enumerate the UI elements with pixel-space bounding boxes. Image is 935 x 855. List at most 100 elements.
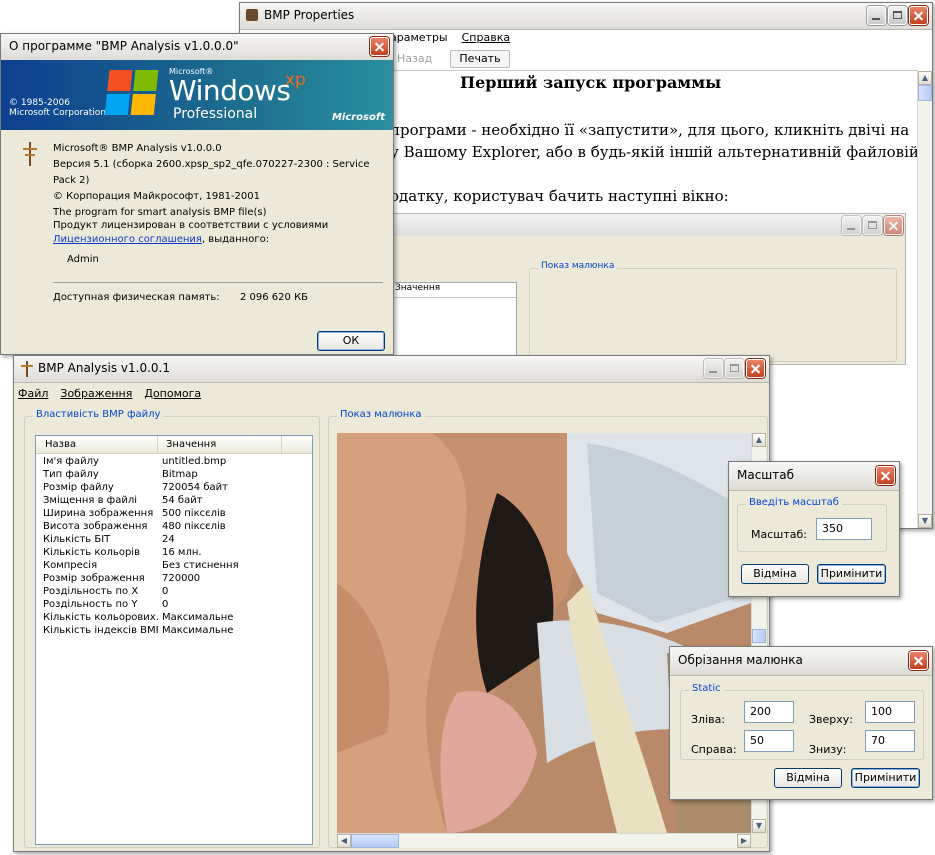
maximize-icon: [863, 216, 882, 235]
minimize-button[interactable]: [704, 359, 723, 378]
close-button[interactable]: [876, 466, 895, 485]
list-item[interactable]: Розмір файлу 720054 байт: [36, 482, 312, 495]
bmp-properties-titlebar[interactable]: BMP Properties: [240, 3, 932, 30]
list-item[interactable]: Кількість БІТ 24: [36, 534, 312, 547]
scroll-thumb[interactable]: [351, 834, 399, 848]
menu-image[interactable]: Зображення: [60, 387, 132, 400]
row-name: Ім'я файлу: [43, 456, 99, 467]
list-item[interactable]: Ширина зображення 500 піксєлів: [36, 508, 312, 521]
about-title: О программе "BMP Analysis v1.0.0.0": [9, 39, 239, 53]
apply-button[interactable]: Примінити: [851, 768, 920, 788]
app-icon: [21, 361, 33, 377]
row-name: Розмір зображення: [43, 573, 145, 584]
scroll-down-icon[interactable]: ▼: [918, 514, 932, 528]
main-title: BMP Analysis v1.0.0.1: [38, 361, 170, 375]
menu-help[interactable]: Допомога: [144, 387, 201, 400]
embedded-column-header: Значення: [392, 283, 516, 298]
list-item[interactable]: Ім'я файлу untitled.bmp: [36, 456, 312, 469]
license-link[interactable]: Лицензионного соглашения: [53, 234, 202, 245]
scroll-right-icon[interactable]: ▶: [737, 834, 751, 848]
row-value: 480 піксєлів: [162, 521, 226, 532]
toolbar-divider: [390, 70, 918, 71]
column-name-header[interactable]: Назва: [36, 436, 158, 453]
menu-parameters[interactable]: араметры: [390, 31, 448, 44]
properties-group-label: Властивість BMP файлу: [33, 409, 164, 420]
row-value: 720000: [162, 573, 201, 584]
row-name: Ширина зображення: [43, 508, 154, 519]
row-value: 500 піксєлів: [162, 508, 226, 519]
scroll-thumb[interactable]: [752, 629, 766, 643]
list-item[interactable]: Розмір зображення 720000: [36, 573, 312, 586]
image-hscrollbar[interactable]: ◀ ▶: [337, 833, 751, 848]
about-titlebar[interactable]: О программе "BMP Analysis v1.0.0.0": [1, 34, 393, 61]
list-item[interactable]: Тип файлу Bitmap: [36, 469, 312, 482]
list-body: Ім'я файлу untitled.bmp Тип файлу Bitmap Р…: [36, 454, 312, 638]
license-text: Продукт лицензирован в соответствии с ус…: [53, 220, 329, 231]
row-name: Роздільность по X: [43, 586, 139, 597]
maximize-button[interactable]: [888, 6, 907, 25]
scroll-up-icon[interactable]: ▲: [752, 433, 766, 447]
maximize-button[interactable]: [725, 359, 744, 378]
scale-titlebar[interactable]: Масштаб: [729, 462, 899, 491]
properties-list[interactable]: Назва Значення Ім'я файлу untitled.bmp Ти…: [35, 435, 313, 845]
license-block: Продукт лицензирован в соответствии с ус…: [53, 219, 328, 267]
crop-titlebar[interactable]: Обрізання малюнка: [670, 647, 932, 676]
menu-help[interactable]: Справка: [462, 31, 510, 44]
print-button[interactable]: Печать: [450, 50, 510, 68]
left-label: Зліва:: [691, 713, 726, 726]
list-item[interactable]: Висота зображення 480 піксєлів: [36, 521, 312, 534]
scroll-thumb[interactable]: [918, 85, 932, 101]
window-title: BMP Properties: [264, 8, 355, 22]
left-input[interactable]: 200: [744, 701, 794, 723]
app-logo-icon: [23, 142, 37, 166]
list-item[interactable]: Кількість індексів BMP Максимальне: [36, 625, 312, 638]
scale-label: Масштаб:: [751, 528, 807, 541]
close-button[interactable]: [909, 6, 928, 25]
close-button[interactable]: [370, 37, 389, 56]
scroll-up-icon[interactable]: ▲: [918, 71, 932, 85]
main-titlebar[interactable]: BMP Analysis v1.0.0.1: [14, 356, 769, 383]
column-value-header[interactable]: Значення: [158, 436, 282, 453]
banner-copyright: © 1985-2006: [9, 98, 70, 108]
image-group-label: Показ малюнка: [337, 409, 425, 420]
minimize-button[interactable]: [867, 6, 886, 25]
embedded-titlebar: [391, 214, 905, 236]
right-input[interactable]: 50: [744, 730, 794, 752]
cancel-button[interactable]: Відміна: [741, 564, 809, 584]
menubar: араметры Справка: [390, 31, 510, 44]
crop-title: Обрізання малюнка: [678, 653, 803, 667]
apply-button[interactable]: Примінити: [817, 564, 886, 584]
scale-dialog: Масштаб Введіть масштаб Масштаб: 350 Від…: [728, 461, 900, 597]
crop-dialog: Обрізання малюнка Static Зліва: 200 Звер…: [669, 646, 933, 800]
row-value: untitled.bmp: [162, 456, 227, 467]
banner-microsoft: Microsoft: [331, 112, 385, 123]
close-button[interactable]: [909, 651, 928, 670]
ok-button[interactable]: ОК: [317, 331, 385, 351]
list-item[interactable]: Роздільность по X 0: [36, 586, 312, 599]
scroll-down-icon[interactable]: ▼: [752, 819, 766, 833]
top-input[interactable]: 100: [865, 701, 915, 723]
bottom-input[interactable]: 70: [865, 730, 915, 752]
menu-file[interactable]: Файл: [18, 387, 48, 400]
close-button[interactable]: [746, 359, 765, 378]
row-name: Кількість кольорових...: [43, 612, 158, 623]
row-name: Тип файлу: [43, 469, 99, 480]
scale-input[interactable]: 350: [816, 518, 872, 540]
list-item[interactable]: Кількість кольорових... Максимальне: [36, 612, 312, 625]
row-name: Кількість БІТ: [43, 534, 111, 545]
scroll-left-icon[interactable]: ◀: [337, 834, 351, 848]
list-item[interactable]: Компресія Без стиснення: [36, 560, 312, 573]
memory-value: 2 096 620 КБ: [240, 292, 309, 303]
cancel-button[interactable]: Відміна: [774, 768, 842, 788]
embedded-image-group: Показ малюнка: [529, 261, 897, 362]
list-item[interactable]: Зміщення в файлі 54 байт: [36, 495, 312, 508]
list-item[interactable]: Кількість кольорів 16 млн.: [36, 547, 312, 560]
minimize-icon: [842, 216, 861, 235]
row-value: 720054 байт: [162, 482, 228, 493]
doc-scrollbar[interactable]: ▲ ▼: [917, 71, 932, 528]
row-value: Без стиснення: [162, 560, 239, 571]
list-item[interactable]: Роздільность по Y 0: [36, 599, 312, 612]
about-line: Версия 5.1 (сборка 2600.xpsp_sp2_qfe.070…: [53, 159, 370, 186]
back-button[interactable]: Назад: [397, 52, 432, 65]
about-line: © Корпорация Майкрософт, 1981-2001: [53, 191, 260, 202]
